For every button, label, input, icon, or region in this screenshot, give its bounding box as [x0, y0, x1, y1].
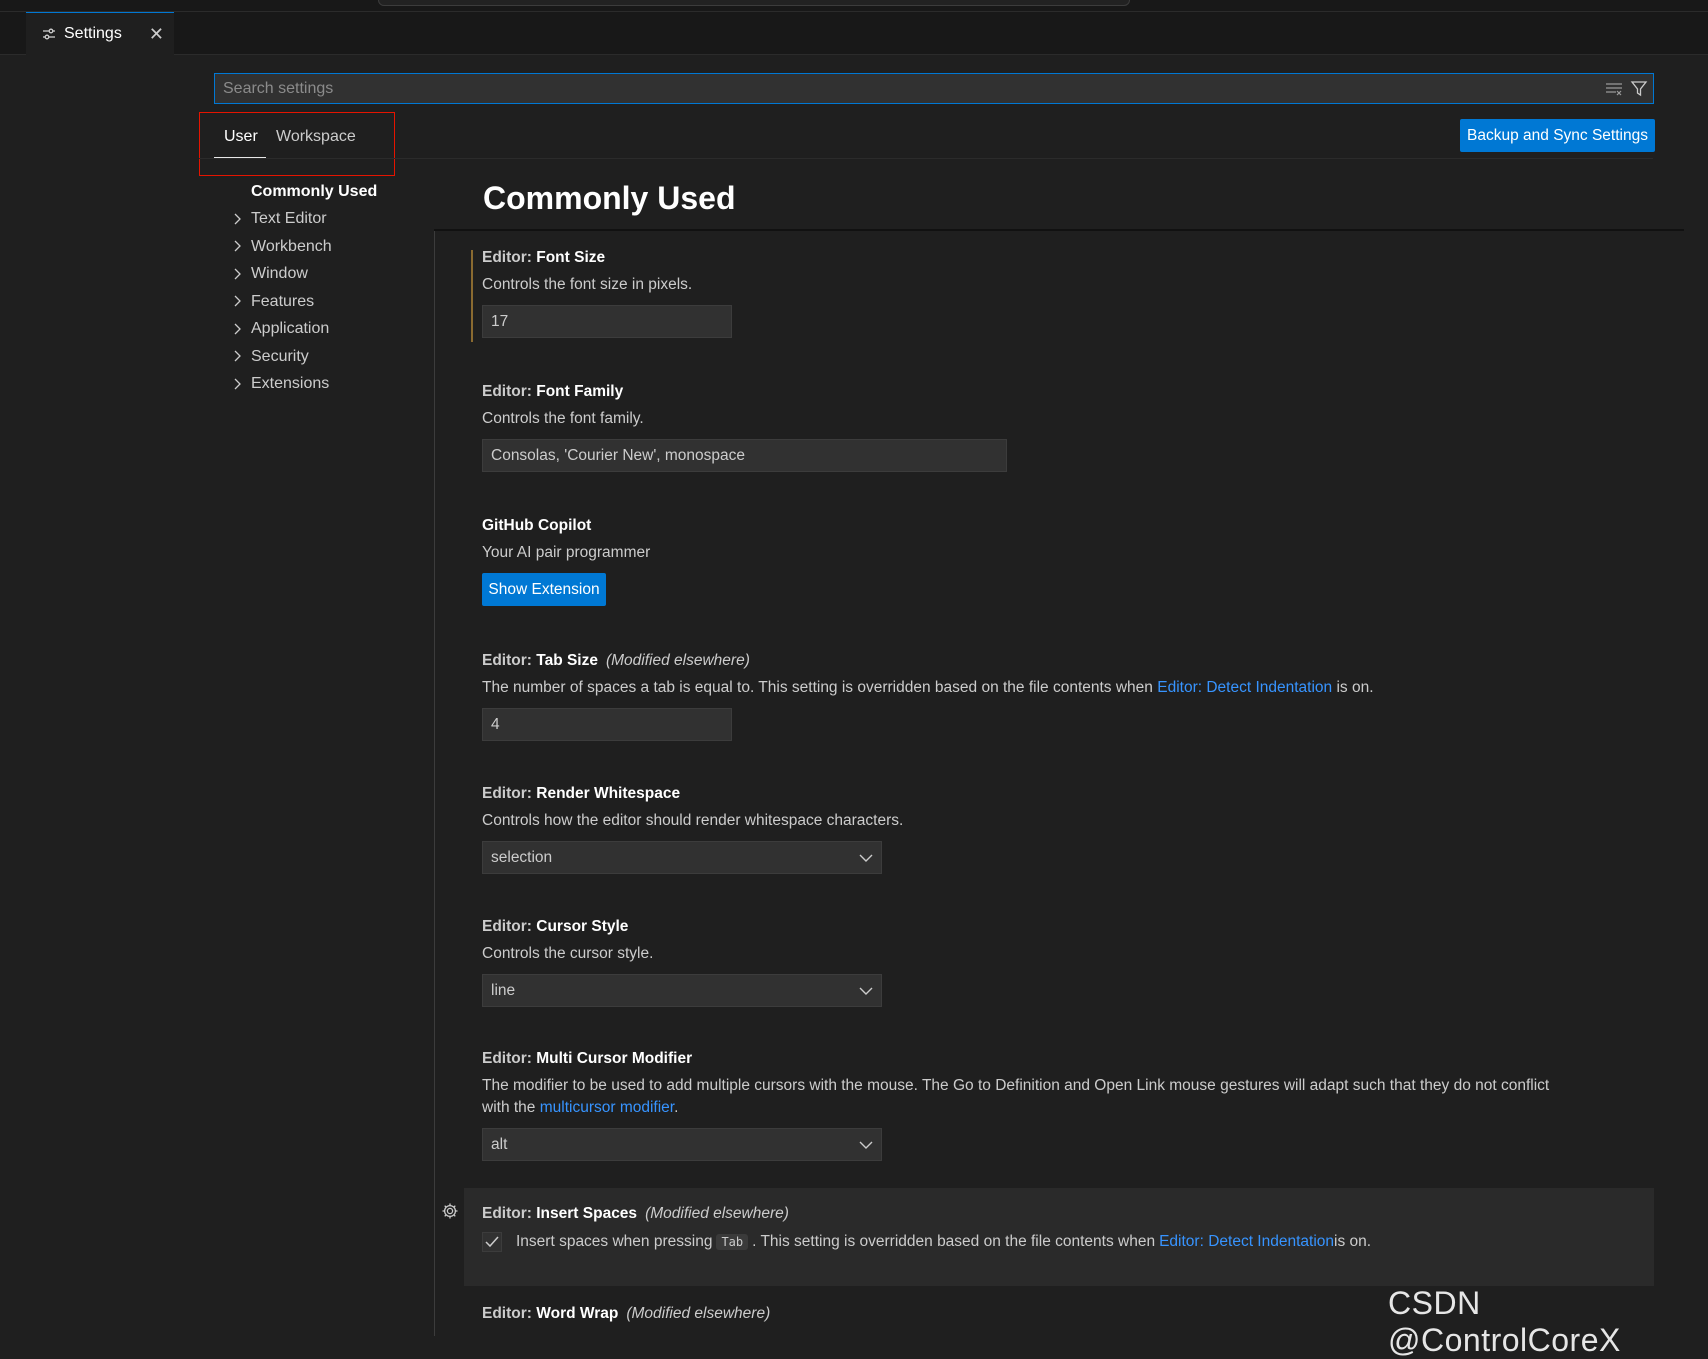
checkmark-icon — [485, 1236, 499, 1248]
detect-indentation-link[interactable]: Editor: Detect Indentation — [1159, 1233, 1334, 1251]
toc-item-extensions[interactable]: Extensions — [230, 371, 430, 399]
setting-cursor-style: Editor: Cursor Style Controls the cursor… — [482, 918, 882, 1007]
setting-multi-cursor-modifier: Editor: Multi Cursor Modifier The modifi… — [482, 1050, 1549, 1161]
settings-tab[interactable]: Settings ✕ — [26, 12, 174, 55]
editor-tab-bar: Settings ✕ — [0, 12, 1708, 55]
setting-tab-size: Editor: Tab Size (Modified elsewhere) The… — [482, 652, 1374, 741]
toc-item-features[interactable]: Features — [230, 288, 430, 316]
tab-key-chip: Tab — [716, 1234, 749, 1250]
filter-icon[interactable] — [1628, 78, 1650, 100]
toc-item-window[interactable]: Window — [230, 261, 430, 289]
page-title: Commonly Used — [483, 180, 736, 216]
show-extension-button[interactable]: Show Extension — [482, 573, 606, 606]
gear-icon[interactable] — [441, 1202, 459, 1220]
setting-github-copilot: GitHub Copilot Your AI pair programmer S… — [482, 517, 650, 606]
search-bar — [214, 73, 1654, 104]
watermark: CSDN @ControlCoreX — [1388, 1285, 1621, 1358]
setting-render-whitespace: Editor: Render Whitespace Controls how t… — [482, 785, 903, 874]
settings-sliders-icon — [42, 27, 56, 41]
focus-indicator — [471, 250, 473, 342]
title-bar — [0, 0, 1708, 12]
multicursor-modifier-link[interactable]: multicursor modifier — [540, 1099, 674, 1116]
chevron-down-icon — [859, 987, 873, 995]
chevron-down-icon — [859, 854, 873, 862]
tab-user[interactable]: User — [224, 128, 258, 146]
backup-sync-button[interactable]: Backup and Sync Settings — [1460, 119, 1655, 152]
toc-item-security[interactable]: Security — [230, 343, 430, 371]
setting-word-wrap: Editor: Word Wrap (Modified elsewhere) — [482, 1305, 771, 1322]
insert-spaces-checkbox[interactable] — [482, 1232, 502, 1252]
setting-font-family: Editor: Font Family Controls the font fa… — [482, 383, 1007, 472]
detect-indentation-link[interactable]: Editor: Detect Indentation — [1157, 679, 1332, 696]
chevron-right-icon — [234, 378, 241, 389]
clear-filter-icon[interactable] — [1603, 78, 1625, 100]
close-icon[interactable]: ✕ — [149, 25, 164, 43]
toc-item-commonly-used[interactable]: Commonly Used — [230, 178, 430, 206]
toc-item-workbench[interactable]: Workbench — [230, 233, 430, 261]
settings-toc: Commonly Used Text Editor Workbench Wind… — [230, 178, 430, 398]
chevron-right-icon — [234, 240, 241, 252]
font-size-input[interactable]: 17 — [482, 305, 732, 338]
cursor-style-select[interactable]: line — [482, 974, 882, 1007]
chevron-right-icon — [234, 323, 241, 334]
toc-item-application[interactable]: Application — [230, 316, 430, 344]
scope-divider — [199, 158, 1653, 159]
chevron-right-icon — [234, 268, 241, 279]
chevron-down-icon — [859, 1141, 873, 1149]
multi-cursor-select[interactable]: alt — [482, 1128, 882, 1161]
search-input[interactable] — [215, 78, 1603, 99]
setting-font-size: Editor: Font Size Controls the font size… — [482, 249, 732, 338]
toc-sash[interactable] — [434, 229, 435, 1336]
toc-item-text-editor[interactable]: Text Editor — [230, 206, 430, 234]
render-whitespace-select[interactable]: selection — [482, 841, 882, 874]
command-center[interactable] — [378, 0, 1130, 6]
chevron-right-icon — [234, 350, 241, 362]
font-family-input[interactable]: Consolas, 'Courier New', monospace — [482, 439, 1007, 472]
chevron-right-icon — [234, 295, 241, 307]
setting-insert-spaces: Editor: Insert Spaces (Modified elsewhere… — [482, 1205, 1372, 1252]
tab-label: Settings — [64, 25, 122, 42]
tab-size-input[interactable]: 4 — [482, 708, 732, 741]
chevron-right-icon — [234, 213, 241, 224]
tab-workspace[interactable]: Workspace — [276, 128, 356, 146]
title-divider — [434, 229, 1684, 231]
